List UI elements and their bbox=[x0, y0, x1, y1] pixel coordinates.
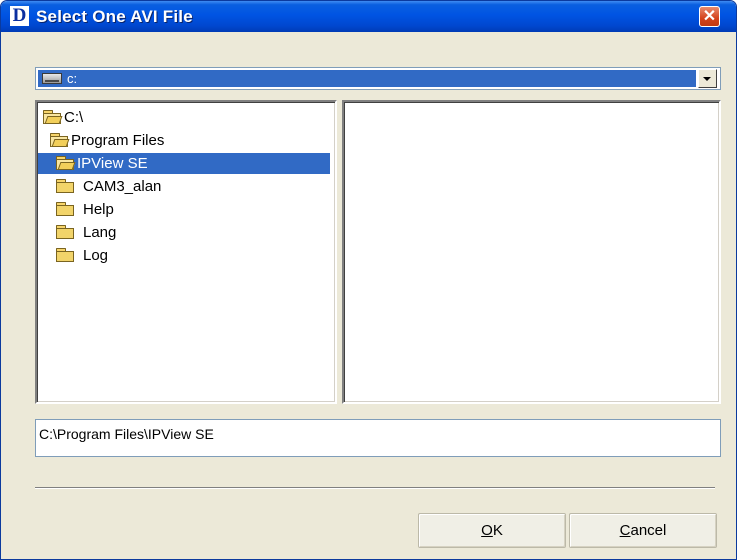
open-folder-icon bbox=[50, 133, 70, 147]
tree-item-label: CAM3_alan bbox=[83, 178, 162, 195]
tree-item-label: C:\ bbox=[64, 109, 84, 126]
open-folder-icon bbox=[56, 156, 76, 170]
folder-icon bbox=[56, 248, 74, 262]
drive-select[interactable]: c: bbox=[35, 67, 721, 90]
path-field[interactable]: C:\Program Files\IPView SE bbox=[35, 419, 721, 457]
tree-item-label: Log bbox=[83, 247, 109, 264]
close-icon: ✕ bbox=[702, 8, 717, 25]
ok-label-rest: K bbox=[492, 522, 503, 539]
app-logo-icon: D bbox=[10, 6, 29, 26]
drive-icon bbox=[42, 73, 62, 84]
tree-item-label: Lang bbox=[83, 224, 117, 241]
separator bbox=[35, 487, 715, 489]
open-folder-icon bbox=[43, 110, 63, 124]
dialog-window: D Select One AVI File ✕ c: C:\ Program F… bbox=[0, 0, 737, 560]
ok-mnemonic: O bbox=[481, 522, 493, 539]
title-bar[interactable]: D Select One AVI File ✕ bbox=[1, 1, 736, 32]
tree-item-label: IPView SE bbox=[77, 155, 148, 172]
cancel-button[interactable]: Cancel bbox=[569, 513, 717, 548]
close-button[interactable]: ✕ bbox=[699, 6, 720, 27]
folder-icon bbox=[56, 225, 74, 239]
ok-button[interactable]: OK bbox=[418, 513, 566, 548]
cancel-mnemonic: C bbox=[619, 522, 631, 539]
dropdown-button[interactable] bbox=[698, 69, 717, 88]
path-text: C:\Program Files\IPView SE bbox=[39, 426, 214, 442]
tree-item-label: Help bbox=[83, 201, 114, 218]
tree-item-label: Program Files bbox=[71, 132, 165, 149]
drive-selected-value: c: bbox=[38, 70, 696, 87]
chevron-down-icon bbox=[703, 77, 711, 81]
cancel-label-rest: ancel bbox=[630, 522, 667, 539]
window-title: Select One AVI File bbox=[36, 7, 193, 26]
folder-icon bbox=[56, 202, 74, 216]
file-list[interactable] bbox=[342, 100, 721, 404]
drive-label: c: bbox=[67, 71, 78, 86]
folder-icon bbox=[56, 179, 74, 193]
